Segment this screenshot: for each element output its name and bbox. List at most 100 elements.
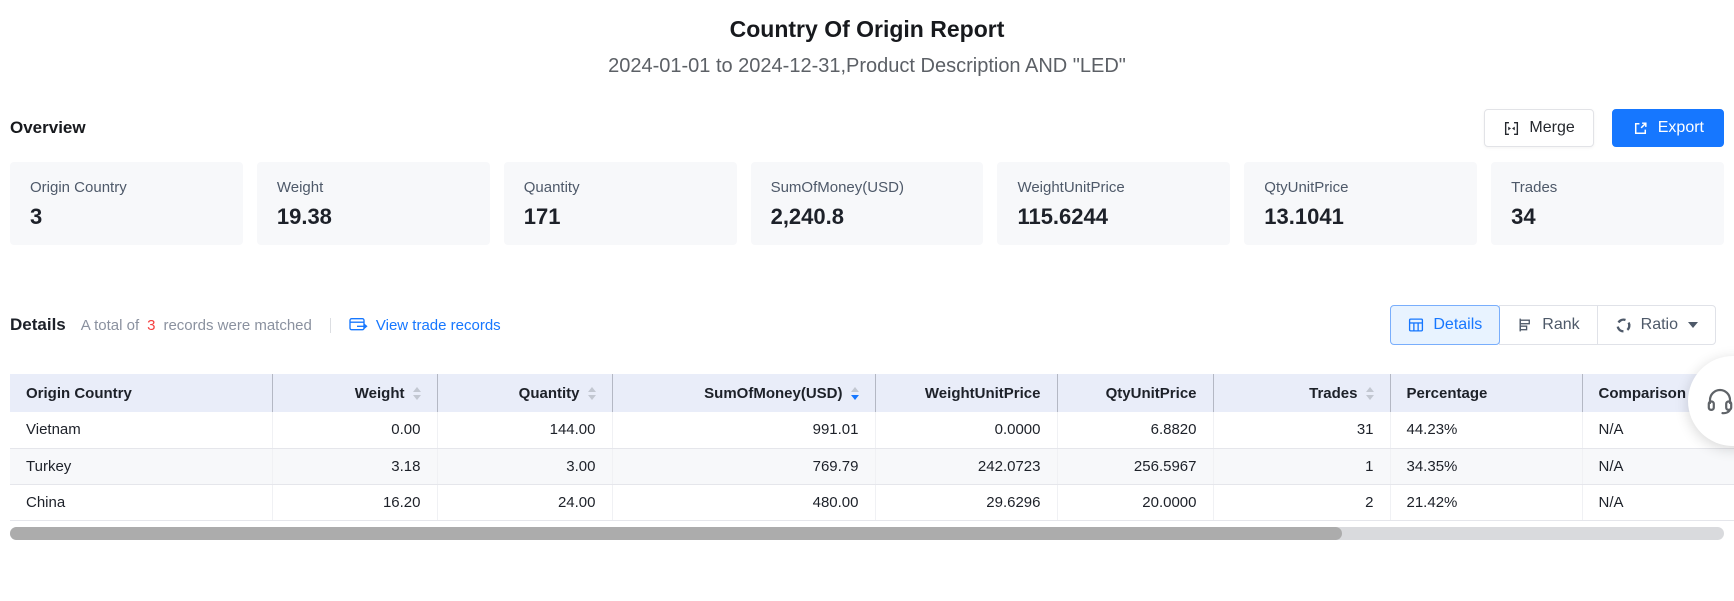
horizontal-scrollbar-thumb[interactable] xyxy=(10,527,1342,540)
column-header-weight[interactable]: Weight xyxy=(272,374,437,412)
table-grid-icon xyxy=(1408,317,1424,333)
column-header-weight-unit-price: WeightUnitPrice xyxy=(875,374,1057,412)
stat-card-value: 115.6244 xyxy=(1017,204,1210,230)
table-cell: 20.0000 xyxy=(1057,484,1213,520)
table-cell: 24.00 xyxy=(437,484,612,520)
table-row: China 16.20 24.00 480.00 29.6296 20.0000… xyxy=(10,484,1734,520)
column-label: Comparison xyxy=(1599,385,1687,402)
table-cell: N/A xyxy=(1582,484,1734,520)
ratio-ring-icon xyxy=(1615,317,1632,334)
view-trade-records-link[interactable]: View trade records xyxy=(349,317,501,334)
stat-card-origin-country: Origin Country 3 xyxy=(10,162,243,245)
stat-card-value: 19.38 xyxy=(277,204,470,230)
details-bar: Details A total of3records were matched … xyxy=(10,305,1724,345)
tab-ratio[interactable]: Ratio xyxy=(1597,305,1716,345)
merge-button-label: Merge xyxy=(1529,119,1574,137)
table-cell: Turkey xyxy=(10,448,272,484)
table-header-row: Origin Country Weight Quantity SumOfMone… xyxy=(10,374,1734,412)
merge-icon xyxy=(1503,120,1520,137)
column-label: SumOfMoney(USD) xyxy=(704,385,842,402)
table-cell: 242.0723 xyxy=(875,448,1057,484)
table-cell: 769.79 xyxy=(612,448,875,484)
export-icon xyxy=(1632,120,1649,137)
stat-card-value: 13.1041 xyxy=(1264,204,1457,230)
stat-card-qty-unit-price: QtyUnitPrice 13.1041 xyxy=(1244,162,1477,245)
page-title: Country Of Origin Report xyxy=(0,16,1734,43)
table-row: Turkey 3.18 3.00 769.79 242.0723 256.596… xyxy=(10,448,1734,484)
column-label: WeightUnitPrice xyxy=(925,385,1041,402)
stat-card-label: Trades xyxy=(1511,179,1704,196)
column-header-trades[interactable]: Trades xyxy=(1213,374,1390,412)
stat-card-weight-unit-price: WeightUnitPrice 115.6244 xyxy=(997,162,1230,245)
match-summary: A total of 3 records were matched xyxy=(81,317,312,334)
stat-card-sum-of-money: SumOfMoney(USD) 2,240.8 xyxy=(751,162,984,245)
column-label: Percentage xyxy=(1407,385,1488,402)
export-button-label: Export xyxy=(1658,119,1704,137)
report-subtitle: 2024-01-01 to 2024-12-31,Product Descrip… xyxy=(0,55,1734,78)
match-summary-prefix: A total of xyxy=(81,317,139,334)
stat-card-label: Quantity xyxy=(524,179,717,196)
stat-card-value: 171 xyxy=(524,204,717,230)
tab-ratio-label: Ratio xyxy=(1641,316,1678,334)
sort-icon[interactable] xyxy=(1366,387,1374,400)
column-label: Origin Country xyxy=(26,385,132,402)
table-cell: 6.8820 xyxy=(1057,412,1213,448)
sort-icon[interactable] xyxy=(588,387,596,400)
column-header-percentage: Percentage xyxy=(1390,374,1582,412)
table-cell: 2 xyxy=(1213,484,1390,520)
sort-icon-active-desc[interactable] xyxy=(851,387,859,400)
column-header-qty-unit-price: QtyUnitPrice xyxy=(1057,374,1213,412)
stat-card-label: Weight xyxy=(277,179,470,196)
column-label: QtyUnitPrice xyxy=(1106,385,1197,402)
view-mode-switcher: Details Rank Ratio xyxy=(1390,305,1716,345)
match-count: 3 xyxy=(147,317,155,334)
trade-records-icon xyxy=(349,317,368,333)
column-header-sum-of-money[interactable]: SumOfMoney(USD) xyxy=(612,374,875,412)
table-cell: 31 xyxy=(1213,412,1390,448)
table-cell: 34.35% xyxy=(1390,448,1582,484)
stat-card-label: WeightUnitPrice xyxy=(1017,179,1210,196)
view-trade-records-label: View trade records xyxy=(376,317,501,334)
sort-icon[interactable] xyxy=(413,387,421,400)
stat-card-value: 3 xyxy=(30,204,223,230)
stat-card-trades: Trades 34 xyxy=(1491,162,1724,245)
table-cell: 16.20 xyxy=(272,484,437,520)
details-table: Origin Country Weight Quantity SumOfMone… xyxy=(10,374,1724,521)
merge-button[interactable]: Merge xyxy=(1484,109,1593,147)
match-summary-suffix: records were matched xyxy=(163,317,311,334)
stat-card-label: Origin Country xyxy=(30,179,223,196)
table-cell: Vietnam xyxy=(10,412,272,448)
headset-icon xyxy=(1688,386,1734,416)
tab-details[interactable]: Details xyxy=(1390,305,1500,345)
column-label: Quantity xyxy=(519,385,580,402)
table-cell: 44.23% xyxy=(1390,412,1582,448)
divider xyxy=(330,318,331,333)
tab-details-label: Details xyxy=(1433,316,1482,334)
table-cell: 3.00 xyxy=(437,448,612,484)
stat-card-quantity: Quantity 171 xyxy=(504,162,737,245)
table-cell: 0.00 xyxy=(272,412,437,448)
toolbar: Overview Merge Export xyxy=(10,108,1724,148)
tab-rank-label: Rank xyxy=(1542,316,1579,334)
horizontal-scrollbar-track[interactable] xyxy=(10,527,1724,540)
column-label: Weight xyxy=(355,385,405,402)
details-heading: Details xyxy=(10,315,66,335)
column-header-origin-country: Origin Country xyxy=(10,374,272,412)
column-header-quantity[interactable]: Quantity xyxy=(437,374,612,412)
table-cell: 1 xyxy=(1213,448,1390,484)
table-cell: 480.00 xyxy=(612,484,875,520)
tab-rank[interactable]: Rank xyxy=(1499,305,1597,345)
stat-card-value: 34 xyxy=(1511,204,1704,230)
overview-heading: Overview xyxy=(10,118,86,138)
stat-card-weight: Weight 19.38 xyxy=(257,162,490,245)
table-cell: 256.5967 xyxy=(1057,448,1213,484)
export-button[interactable]: Export xyxy=(1612,109,1724,147)
stat-card-value: 2,240.8 xyxy=(771,204,964,230)
table-cell: 29.6296 xyxy=(875,484,1057,520)
chevron-down-icon xyxy=(1688,322,1698,328)
table-cell: 0.0000 xyxy=(875,412,1057,448)
overview-cards: Origin Country 3 Weight 19.38 Quantity 1… xyxy=(10,162,1724,245)
table-cell: N/A xyxy=(1582,448,1734,484)
table-cell: 3.18 xyxy=(272,448,437,484)
table-cell: 991.01 xyxy=(612,412,875,448)
